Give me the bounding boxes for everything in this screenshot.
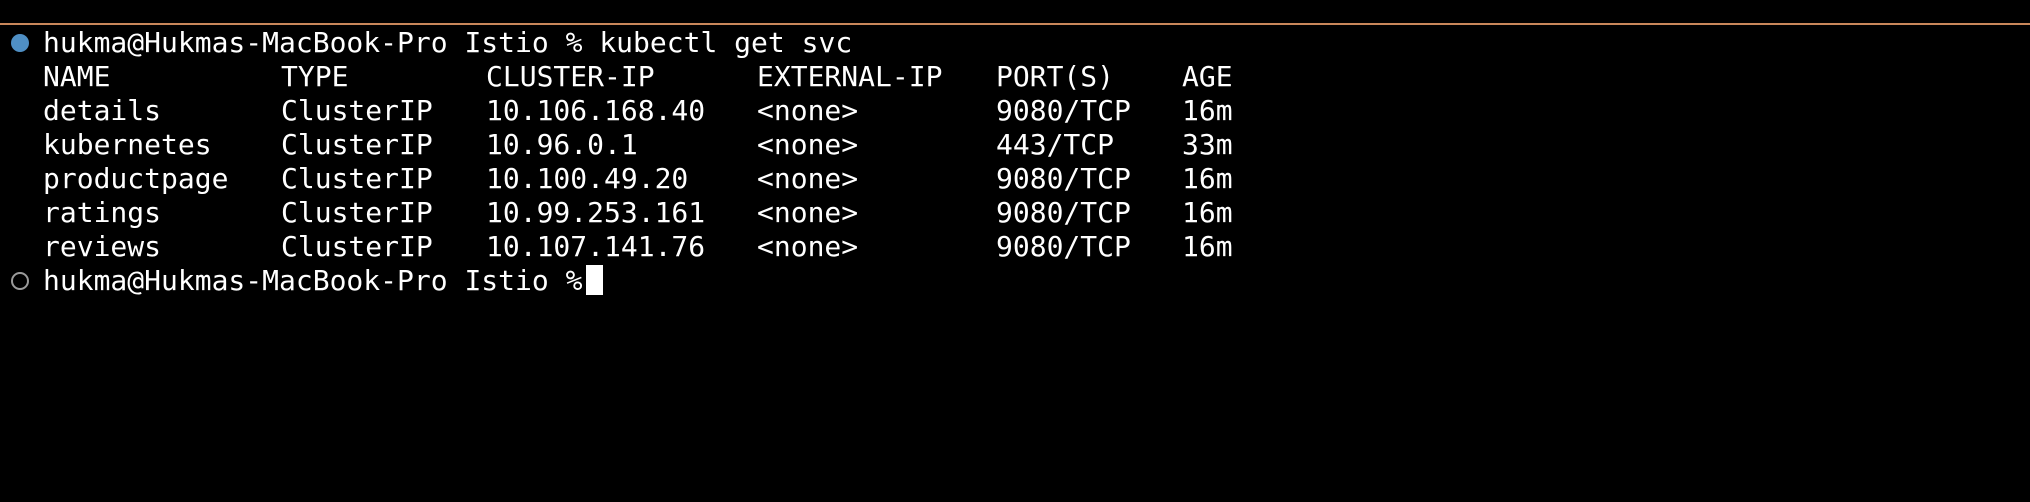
prompt-symbol: % — [565, 26, 583, 59]
prompt-dir: Istio — [464, 26, 549, 59]
table-row: reviews ClusterIP 10.107.141.76 <none> 9… — [43, 230, 1233, 264]
cell-age: 16m — [1182, 162, 1233, 195]
prompt-status-dot-icon — [11, 272, 29, 290]
prompt-symbol: % — [565, 264, 583, 297]
table-row: details ClusterIP 10.106.168.40 <none> 9… — [43, 94, 1233, 128]
cell-cluster-ip: 10.96.0.1 — [486, 128, 638, 161]
cell-type: ClusterIP — [281, 196, 433, 229]
prompt-dir: Istio — [464, 264, 549, 297]
header-age: AGE — [1182, 60, 1233, 93]
cell-cluster-ip: 10.106.168.40 — [486, 94, 706, 127]
prompt-user-host: hukma@Hukmas-MacBook-Pro — [43, 264, 448, 297]
header-name: NAME — [43, 60, 111, 93]
cell-name: kubernetes — [43, 128, 212, 161]
table-row: productpage ClusterIP 10.100.49.20 <none… — [43, 162, 1233, 196]
cell-external-ip: <none> — [757, 94, 859, 127]
cell-age: 16m — [1182, 196, 1233, 229]
cell-age: 16m — [1182, 94, 1233, 127]
cell-name: productpage — [43, 162, 229, 195]
cell-external-ip: <none> — [757, 162, 859, 195]
table-row: ratings ClusterIP 10.99.253.161 <none> 9… — [43, 196, 1233, 230]
cell-name: reviews — [43, 230, 162, 263]
cell-external-ip: <none> — [757, 196, 859, 229]
cell-type: ClusterIP — [281, 230, 433, 263]
text-cursor[interactable] — [586, 265, 604, 295]
cell-name: ratings — [43, 196, 162, 229]
cell-ports: 9080/TCP — [996, 162, 1131, 195]
prompt-user-host: hukma@Hukmas-MacBook-Pro — [43, 26, 448, 59]
window-top-border — [0, 0, 2030, 25]
cell-ports: 443/TCP — [996, 128, 1115, 161]
cell-cluster-ip: 10.100.49.20 — [486, 162, 689, 195]
cell-name: details — [43, 94, 162, 127]
cell-cluster-ip: 10.99.253.161 — [486, 196, 706, 229]
command-text: kubectl get svc — [599, 26, 853, 59]
cell-type: ClusterIP — [281, 94, 433, 127]
cell-external-ip: <none> — [757, 128, 859, 161]
cell-ports: 9080/TCP — [996, 230, 1131, 263]
cell-age: 33m — [1182, 128, 1233, 161]
header-external-ip: EXTERNAL-IP — [757, 60, 943, 93]
command-status-dot-icon — [11, 34, 29, 52]
header-type: TYPE — [281, 60, 349, 93]
current-prompt-line[interactable]: hukma@Hukmas-MacBook-Pro Istio % — [43, 264, 604, 298]
cell-ports: 9080/TCP — [996, 196, 1131, 229]
cell-type: ClusterIP — [281, 162, 433, 195]
cell-type: ClusterIP — [281, 128, 433, 161]
cell-cluster-ip: 10.107.141.76 — [486, 230, 706, 263]
command-line: hukma@Hukmas-MacBook-Pro Istio % kubectl… — [43, 26, 852, 60]
table-header: NAME TYPE CLUSTER-IP EXTERNAL-IP PORT(S)… — [43, 60, 1233, 94]
cell-external-ip: <none> — [757, 230, 859, 263]
header-ports: PORT(S) — [996, 60, 1115, 93]
cell-age: 16m — [1182, 230, 1233, 263]
table-row: kubernetes ClusterIP 10.96.0.1 <none> 44… — [43, 128, 1233, 162]
cell-ports: 9080/TCP — [996, 94, 1131, 127]
header-cluster-ip: CLUSTER-IP — [486, 60, 655, 93]
terminal-output[interactable]: hukma@Hukmas-MacBook-Pro Istio % kubectl… — [0, 26, 2030, 436]
